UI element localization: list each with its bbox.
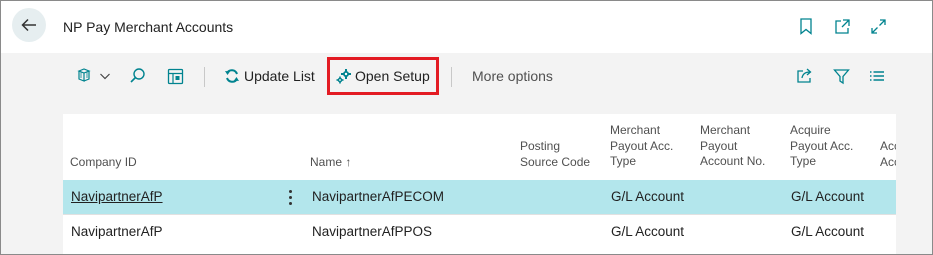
update-list-label: Update List [244,68,315,84]
action-bar: Update List Open Setup More options [63,56,896,96]
open-in-new-window-icon [834,18,850,34]
filter-button[interactable] [833,56,850,96]
filter-icon [833,68,850,84]
view-switcher-button[interactable] [75,56,111,96]
company-id-cell[interactable]: NavipartnerAfP [71,189,163,204]
expand-button[interactable] [869,17,887,35]
column-header-name[interactable]: Name ↑ [310,155,351,171]
dot [288,195,292,199]
views-icon [77,68,91,82]
arrow-left-icon [21,18,36,32]
annotation-highlight-box [327,57,439,95]
acquire-payout-acc-type-cell: G/L Account [791,189,865,204]
edit-list-icon [167,68,184,84]
bookmark-icon [800,17,812,35]
name-cell: NavipartnerAfPECOM [312,189,445,204]
open-new-window-button[interactable] [833,17,851,35]
table-row[interactable]: NavipartnerAfP NavipartnerAfPPOS G/L Acc… [63,215,896,249]
column-header-posting-source-code[interactable]: Posting Source Code [520,139,590,170]
row-actions-button[interactable] [285,187,295,207]
merchant-payout-acc-type-cell: G/L Account [611,189,685,204]
acquire-payout-acc-type-cell: G/L Account [791,224,865,239]
bookmark-button[interactable] [797,17,815,35]
column-header-truncated[interactable]: Acc Acc [880,139,896,170]
search-button[interactable] [129,56,147,96]
company-id-cell[interactable]: NavipartnerAfP [71,224,163,239]
share-button[interactable] [796,56,814,96]
name-cell: NavipartnerAfPPOS [312,224,433,239]
page-header: NP Pay Merchant Accounts [1,1,932,53]
toolbar-divider [451,67,452,87]
share-icon [797,68,812,83]
chevron-down-icon [100,73,110,80]
edit-list-button[interactable] [167,56,184,96]
more-options-button[interactable]: More options [472,56,553,96]
content-area: Update List Open Setup More options Comp… [1,53,932,254]
merchant-payout-acc-type-cell: G/L Account [611,224,685,239]
page-title: NP Pay Merchant Accounts [63,19,234,35]
update-list-button[interactable]: Update List [224,56,315,96]
column-header-merchant-payout-account-no[interactable]: Merchant Payout Account No. [700,123,765,170]
column-header-merchant-payout-acc-type[interactable]: Merchant Payout Acc. Type [610,123,673,170]
accounts-list: Company ID Name ↑ Posting Source Code Me… [63,114,896,254]
refresh-icon [225,69,239,83]
table-row[interactable]: NavipartnerAfP NavipartnerAfPECOM G/L Ac… [63,180,896,214]
toolbar-divider [204,67,205,87]
back-button[interactable] [12,8,46,42]
dot [288,189,292,193]
more-options-label: More options [472,68,553,84]
column-header-acquire-payout-acc-type[interactable]: Acquire Payout Acc. Type [790,123,853,170]
page-frame: NP Pay Merchant Accounts Update List Ope… [0,0,933,255]
expand-icon [870,18,886,34]
dot [288,201,292,205]
list-view-button[interactable] [869,56,885,96]
search-icon [130,68,145,83]
list-icon [870,71,884,81]
column-header-company-id[interactable]: Company ID [70,155,137,171]
